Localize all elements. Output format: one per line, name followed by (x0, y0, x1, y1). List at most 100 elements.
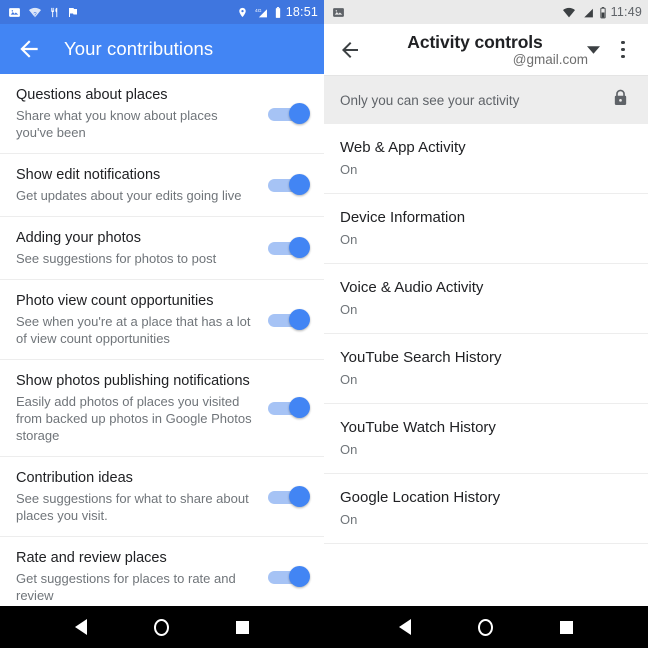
nav-back-icon[interactable] (75, 619, 88, 635)
privacy-banner-text: Only you can see your activity (340, 92, 520, 108)
list-item-title: Contribution ideas (16, 470, 133, 486)
list-item-text: Adding your photos See suggestions for p… (16, 229, 268, 267)
nav-recents-icon[interactable] (235, 620, 249, 634)
page-title: Your contributions (64, 38, 214, 59)
toggle-thumb (289, 565, 310, 587)
toggle-thumb (289, 174, 310, 195)
toggle-switch[interactable] (268, 308, 310, 331)
back-arrow-icon[interactable] (16, 36, 42, 62)
right-app-bar: Activity controls @gmail.com (324, 24, 648, 76)
list-item-title: Device Information (340, 209, 466, 226)
lock-icon (612, 88, 630, 112)
privacy-banner: Only you can see your activity (324, 76, 648, 124)
list-item-title: Adding your photos (16, 230, 141, 246)
list-item-title: YouTube Search History (340, 349, 502, 366)
signal-4g-icon: 4G (253, 6, 269, 19)
left-navigation-bar (0, 606, 324, 648)
left-status-left-icons: ? (8, 6, 79, 19)
list-item[interactable]: Adding your photos See suggestions for p… (0, 217, 324, 280)
list-item[interactable]: Voice & Audio Activity On (324, 264, 648, 334)
page-title: Activity controls (407, 31, 543, 52)
list-item[interactable]: YouTube Search History On (324, 334, 648, 404)
list-item[interactable]: Show edit notifications Get updates abou… (0, 154, 324, 217)
back-arrow-icon[interactable] (338, 38, 362, 62)
toggle-switch[interactable] (268, 397, 310, 419)
toggle-switch[interactable] (268, 237, 310, 259)
list-item[interactable]: Questions about places Share what you kn… (0, 74, 324, 154)
list-item[interactable]: Contribution ideas See suggestions for w… (0, 457, 324, 537)
list-item[interactable]: Google Location History On (324, 474, 648, 544)
wifi-icon (562, 6, 576, 19)
toggle-thumb (289, 485, 310, 507)
battery-icon (274, 6, 282, 19)
contributions-list: Questions about places Share what you kn… (0, 74, 324, 606)
nav-recents-icon[interactable] (559, 620, 573, 634)
toggle-switch[interactable] (268, 102, 310, 125)
toggle-thumb (289, 308, 310, 330)
left-status-time: 18:51 (285, 5, 318, 19)
list-item-subtitle: See suggestions for photos to post (16, 251, 217, 266)
overflow-menu-icon[interactable] (612, 40, 634, 59)
screenshot-icon (8, 6, 21, 19)
list-item-text: Show edit notifications Get updates abou… (16, 166, 268, 204)
left-app-bar: Your contributions (0, 24, 324, 74)
wifi-unknown-icon: ? (28, 6, 42, 19)
nav-home-icon[interactable] (153, 618, 169, 636)
signal-icon (581, 6, 594, 19)
list-item-title: Voice & Audio Activity (340, 279, 484, 296)
list-item-title: YouTube Watch History (340, 419, 496, 436)
list-item[interactable]: Web & App Activity On (324, 124, 648, 194)
list-item[interactable]: Show photos publishing notifications Eas… (0, 360, 324, 457)
list-item-status: On (340, 162, 358, 177)
list-item-status: On (340, 442, 358, 457)
location-pin-icon (237, 6, 248, 19)
screenshot-icon (332, 6, 345, 19)
right-status-time: 11:49 (610, 5, 642, 19)
nav-home-icon[interactable] (477, 618, 493, 636)
list-item-text: Show photos publishing notifications Eas… (16, 372, 268, 444)
toggle-switch[interactable] (268, 565, 310, 588)
list-item-text: Contribution ideas See suggestions for w… (16, 469, 268, 524)
list-item[interactable]: Rate and review places Get suggestions f… (0, 537, 324, 606)
activity-controls-list: Web & App Activity On Device Information… (324, 124, 648, 606)
svg-text:4G: 4G (255, 7, 262, 13)
account-email: @gmail.com (512, 51, 588, 67)
right-status-left-icons (332, 6, 345, 19)
list-item-text: Photo view count opportunities See when … (16, 292, 268, 347)
list-item-status: On (340, 372, 358, 387)
flag-icon (67, 6, 79, 19)
toggle-thumb (289, 237, 310, 258)
list-item[interactable]: Photo view count opportunities See when … (0, 280, 324, 360)
toggle-switch[interactable] (268, 174, 310, 196)
list-item-title: Photo view count opportunities (16, 293, 214, 309)
chevron-down-icon[interactable] (584, 45, 602, 54)
list-item-text: Rate and review places Get suggestions f… (16, 549, 268, 604)
overflow-dot (621, 47, 625, 52)
list-item[interactable]: Device Information On (324, 194, 648, 264)
right-navigation-bar (324, 606, 648, 648)
battery-icon (599, 6, 607, 19)
list-item-title: Web & App Activity (340, 139, 466, 156)
list-item-subtitle: Share what you know about places you've … (16, 108, 218, 140)
list-item-title: Questions about places (16, 87, 168, 103)
list-item-text: Questions about places Share what you kn… (16, 86, 268, 141)
list-item-subtitle: Get suggestions for places to rate and r… (16, 571, 236, 603)
list-item-subtitle: Get updates about your edits going live (16, 188, 242, 203)
list-item-title: Rate and review places (16, 550, 167, 566)
nav-back-icon[interactable] (399, 619, 412, 635)
app-bar-title-block: Activity controls @gmail.com (368, 31, 588, 68)
toggle-thumb (289, 397, 310, 418)
right-screenshot-panel: 11:49 Activity controls @gmail.com Only … (324, 0, 648, 648)
right-status-right-icons (562, 6, 607, 19)
toggle-switch[interactable] (268, 485, 310, 508)
list-item-subtitle: See when you're at a place that has a lo… (16, 314, 251, 346)
list-item-subtitle: Easily add photos of places you visited … (16, 394, 252, 443)
toggle-thumb (289, 102, 310, 124)
left-status-right-icons: 4G (237, 6, 282, 19)
list-item-title: Google Location History (340, 489, 501, 506)
list-item[interactable]: YouTube Watch History On (324, 404, 648, 474)
overflow-dot (621, 54, 625, 59)
right-status-bar: 11:49 (324, 0, 648, 24)
left-screenshot-panel: ? 4G 18:51 Your contributions Questions … (0, 0, 324, 648)
list-item-status: On (340, 302, 358, 317)
